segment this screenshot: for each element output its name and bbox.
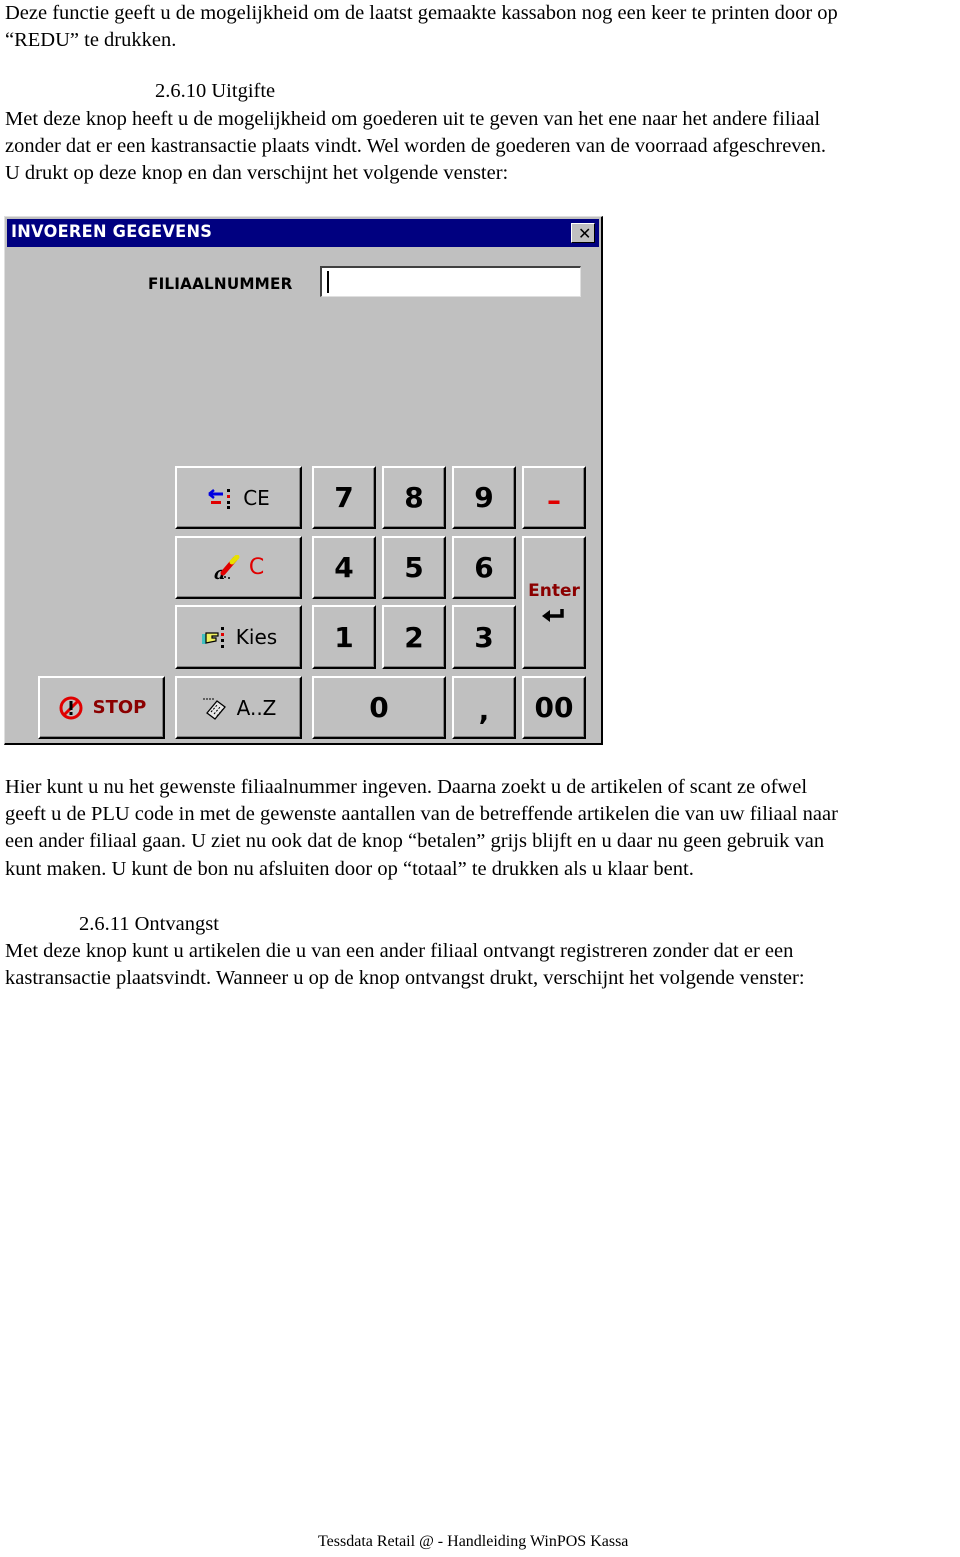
kies-button[interactable]: Kies bbox=[175, 605, 302, 669]
paragraph-line: U drukt op deze knop en dan verschijnt h… bbox=[5, 162, 509, 184]
minus-button[interactable]: – bbox=[522, 466, 586, 529]
ce-label: CE bbox=[243, 485, 270, 510]
key-00[interactable]: 00 bbox=[522, 676, 586, 739]
key-9-label: 9 bbox=[474, 481, 494, 514]
paragraph-line: geeft u de PLU code in met de gewenste a… bbox=[5, 803, 838, 825]
key-1-label: 1 bbox=[334, 620, 354, 654]
key-7-label: 7 bbox=[334, 481, 354, 514]
key-7[interactable]: 7 bbox=[312, 466, 376, 529]
section-heading-uitgifte: 2.6.10 Uitgifte bbox=[155, 80, 276, 102]
paragraph-line: een ander filiaal gaan. U ziet nu ook da… bbox=[5, 830, 825, 852]
key-5[interactable]: 5 bbox=[382, 536, 446, 599]
pointing-hand-icon bbox=[201, 627, 224, 648]
key-3[interactable]: 3 bbox=[452, 605, 516, 669]
dialog-titlebar: INVOEREN GEGEVENS ✕ bbox=[7, 219, 599, 247]
minus-label: – bbox=[547, 484, 561, 517]
invoeren-gegevens-dialog: INVOEREN GEGEVENS ✕ FILIAALNUMMER CE 7 8… bbox=[4, 216, 603, 745]
keyboard-icon bbox=[202, 698, 226, 720]
key-5-label: 5 bbox=[404, 551, 424, 584]
page-footer: Tessdata Retail @ - Handleiding WinPOS K… bbox=[318, 1533, 629, 1550]
key-8[interactable]: 8 bbox=[382, 466, 446, 529]
az-button[interactable]: A..Z bbox=[175, 676, 302, 739]
paragraph-line: Hier kunt u nu het gewenste filiaalnumme… bbox=[5, 776, 808, 798]
key-4-label: 4 bbox=[334, 551, 354, 584]
paragraph-line: zonder dat er een kastransactie plaats v… bbox=[5, 135, 827, 157]
close-icon: ✕ bbox=[578, 224, 592, 243]
key-0-label: 0 bbox=[369, 691, 389, 724]
key-00-label: 00 bbox=[534, 691, 574, 724]
key-0[interactable]: 0 bbox=[312, 676, 446, 739]
return-arrow-icon bbox=[542, 608, 564, 622]
key-8-label: 8 bbox=[404, 481, 424, 514]
dialog-title: INVOEREN GEGEVENS bbox=[11, 222, 213, 242]
az-label: A..Z bbox=[236, 695, 277, 720]
paragraph-line: Met deze knop heeft u de mogelijkheid om… bbox=[5, 108, 821, 130]
kies-label: Kies bbox=[235, 625, 278, 649]
key-9[interactable]: 9 bbox=[452, 466, 516, 529]
stop-label: STOP bbox=[92, 697, 147, 718]
key-2[interactable]: 2 bbox=[382, 605, 446, 669]
eraser-icon: a bbox=[214, 554, 240, 581]
enter-button[interactable]: Enter bbox=[522, 536, 586, 669]
c-button[interactable]: a C bbox=[175, 536, 302, 599]
paragraph-line: kunt maken. U kunt de bon nu afsluiten d… bbox=[5, 858, 694, 880]
comma-label: , bbox=[478, 694, 490, 727]
paragraph-line: kastransactie plaatsvindt. Wanneer u op … bbox=[5, 967, 805, 989]
stop-button[interactable]: STOP bbox=[38, 676, 165, 739]
stop-icon bbox=[59, 696, 83, 719]
intro-line: Deze functie geeft u de mogelijkheid om … bbox=[5, 2, 838, 24]
clear-entry-icon bbox=[208, 488, 231, 509]
key-2-label: 2 bbox=[404, 620, 424, 654]
key-1[interactable]: 1 bbox=[312, 605, 376, 669]
enter-label: Enter bbox=[528, 580, 580, 601]
text-caret bbox=[327, 271, 329, 293]
key-6[interactable]: 6 bbox=[452, 536, 516, 599]
filiaalnummer-label: FILIAALNUMMER bbox=[148, 274, 293, 293]
c-label: C bbox=[248, 555, 265, 580]
ce-button[interactable]: CE bbox=[175, 466, 302, 529]
key-6-label: 6 bbox=[474, 551, 494, 584]
filiaalnummer-input[interactable] bbox=[320, 266, 581, 297]
intro-line: “REDU” te drukken. bbox=[5, 29, 177, 51]
close-button[interactable]: ✕ bbox=[571, 223, 595, 243]
section-heading-ontvangst: 2.6.11 Ontvangst bbox=[79, 913, 219, 935]
comma-button[interactable]: , bbox=[452, 676, 516, 739]
key-4[interactable]: 4 bbox=[312, 536, 376, 599]
paragraph-line: Met deze knop kunt u artikelen die u van… bbox=[5, 940, 794, 962]
key-3-label: 3 bbox=[474, 620, 494, 654]
